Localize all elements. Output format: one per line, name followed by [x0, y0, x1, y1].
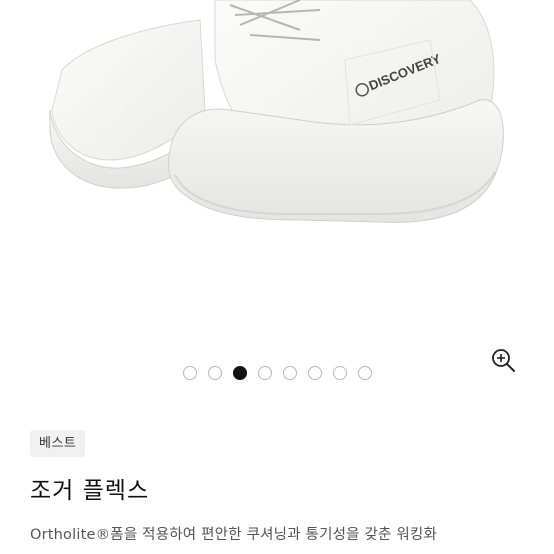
carousel-dot-2[interactable] [207, 366, 222, 380]
carousel-pagination [0, 366, 554, 382]
carousel-dot-3[interactable] [232, 366, 247, 380]
product-info: 베스트 조거 플렉스 Ortholite®폼을 적용하여 편안한 쿠셔닝과 통기… [30, 430, 534, 544]
carousel-dot-8[interactable] [357, 366, 372, 380]
best-badge: 베스트 [30, 430, 86, 457]
carousel-dot-5[interactable] [282, 366, 297, 380]
carousel-dot-6[interactable] [307, 366, 322, 380]
product-image[interactable]: DISCOVERY [0, 0, 554, 330]
product-image-gallery[interactable]: DISCOVERY [0, 0, 554, 400]
carousel-dot-1[interactable] [182, 366, 197, 380]
carousel-dot-7[interactable] [332, 366, 347, 380]
carousel-dot-4[interactable] [257, 366, 272, 380]
product-description: Ortholite®폼을 적용하여 편안한 쿠셔닝과 통기성을 갖춘 워킹화 [30, 527, 438, 543]
product-title: 조거 플렉스 [30, 478, 150, 504]
